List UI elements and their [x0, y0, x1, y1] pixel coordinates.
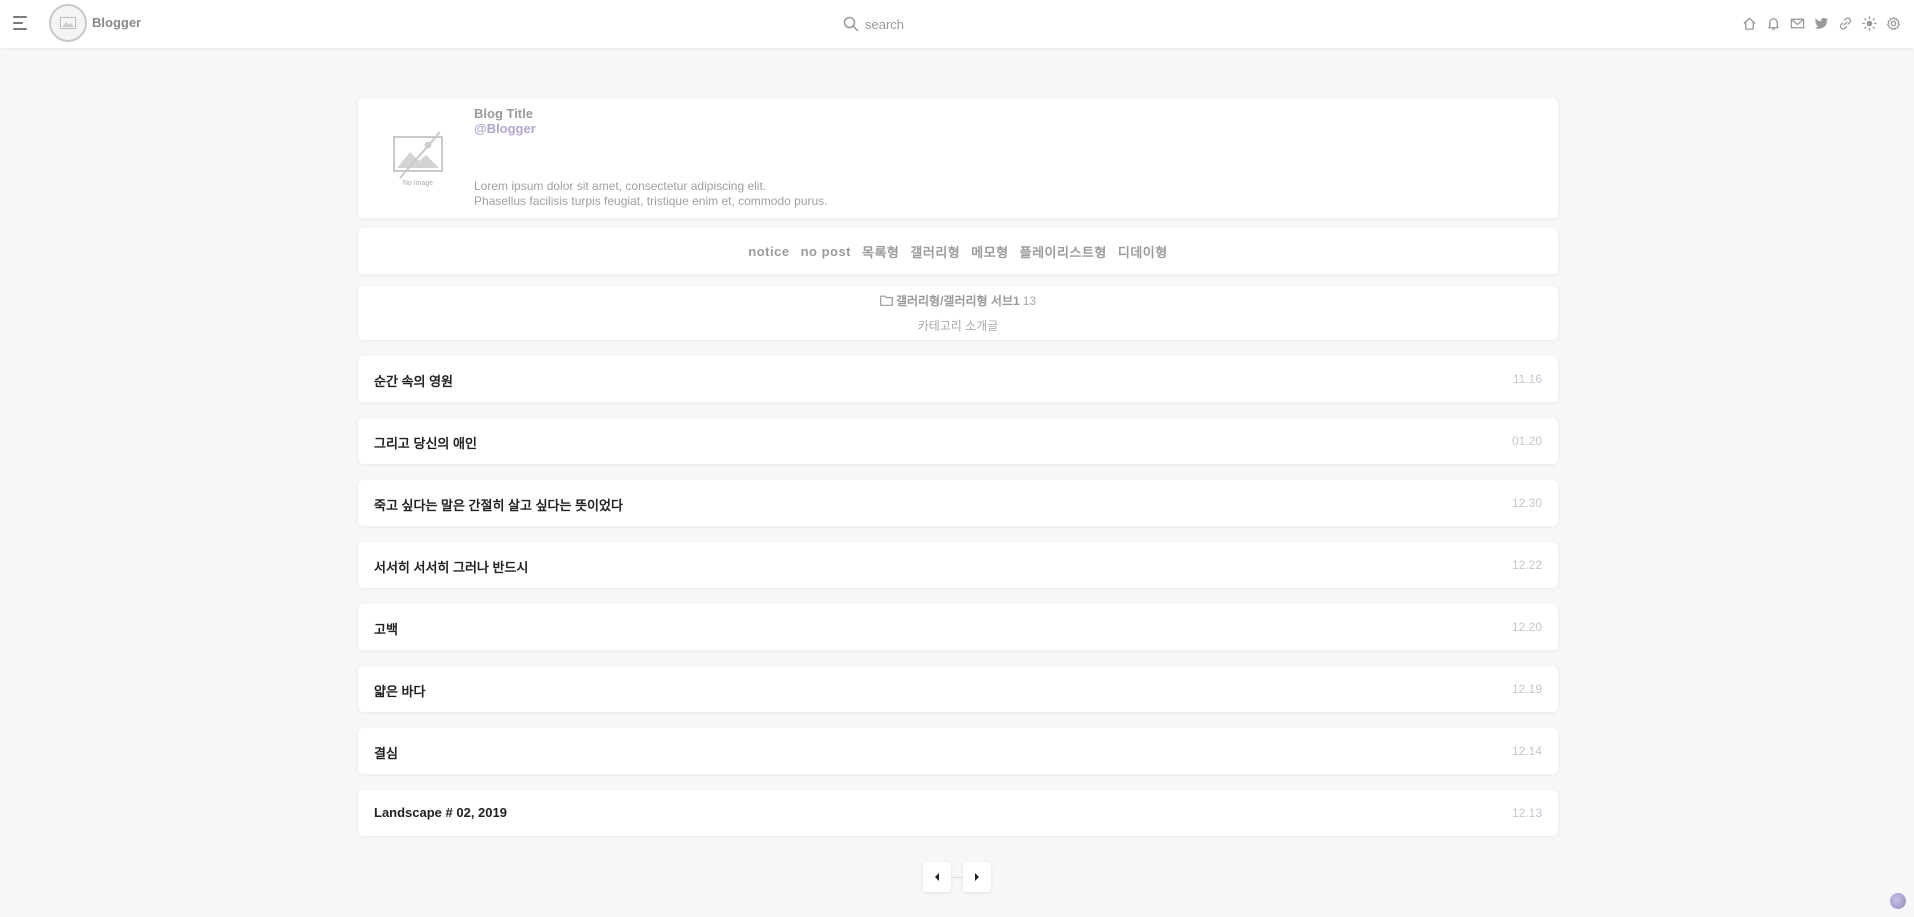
blog-profile-card: No Image Blog Title @Blogger Lorem ipsum… [358, 98, 1558, 218]
post-item[interactable]: 얇은 바다 12.19 [358, 666, 1558, 712]
blog-logo[interactable] [49, 4, 87, 42]
top-header: Blogger [0, 0, 1914, 48]
sun-icon[interactable] [1860, 14, 1878, 32]
image-placeholder-icon [60, 17, 76, 29]
post-date: 12.14 [1511, 744, 1542, 758]
category-link-list[interactable]: 목록형 [862, 242, 899, 261]
category-link-playlist[interactable]: 플레이리스트형 [1020, 242, 1107, 261]
prev-page-button[interactable] [923, 862, 951, 892]
no-image-label: No Image [402, 180, 434, 187]
post-date: 12.13 [1511, 806, 1542, 820]
floating-theme-button[interactable] [1890, 893, 1906, 909]
brand-name[interactable]: Blogger [92, 15, 141, 30]
pagination [923, 862, 991, 892]
category-link-gallery[interactable]: 갤러리형 [910, 242, 960, 261]
post-item[interactable]: 순간 속의 영원 11.16 [358, 356, 1558, 402]
post-item[interactable]: Landscape # 02, 2019 12.13 [358, 790, 1558, 836]
category-post-count: 13 [1022, 294, 1037, 308]
category-link-no-post[interactable]: no post [801, 244, 851, 259]
image-placeholder-icon [393, 131, 443, 179]
post-item[interactable]: 고백 12.20 [358, 604, 1558, 650]
category-name: 갤러리형/갤러리형 서브1 [895, 294, 1020, 308]
home-icon[interactable] [1740, 14, 1758, 32]
post-date: 12.19 [1511, 682, 1542, 696]
caret-left-icon [935, 873, 939, 881]
post-item[interactable]: 서서히 서서히 그러나 반드시 12.22 [358, 542, 1558, 588]
post-title[interactable]: 결심 [374, 743, 398, 762]
category-heading: 갤러리형/갤러리형 서브1 13 [358, 292, 1558, 309]
post-date: 01.20 [1511, 434, 1542, 448]
bell-icon[interactable] [1764, 14, 1782, 32]
post-date: 12.20 [1511, 620, 1542, 634]
menu-icon[interactable] [13, 16, 29, 30]
post-title[interactable]: Landscape # 02, 2019 [374, 805, 507, 820]
post-item[interactable]: 결심 12.14 [358, 728, 1558, 774]
blog-description-line2: Phasellus facilisis turpis feugiat, tris… [474, 194, 828, 208]
header-tools [1740, 14, 1902, 32]
post-date: 12.30 [1511, 496, 1542, 510]
caret-right-icon [975, 873, 979, 881]
search-input[interactable] [865, 16, 1055, 32]
category-description: 카테고리 소개글 [917, 319, 999, 333]
next-page-button[interactable] [963, 862, 991, 892]
category-link-memo[interactable]: 메모형 [971, 242, 1008, 261]
category-link-notice[interactable]: notice [748, 244, 789, 259]
post-title[interactable]: 그리고 당신의 애인 [374, 433, 477, 452]
post-title[interactable]: 고백 [374, 619, 398, 638]
gear-icon[interactable] [1884, 14, 1902, 32]
category-info-card: 갤러리형/갤러리형 서브1 13 카테고리 소개글 [358, 286, 1558, 340]
blog-title: Blog Title [474, 106, 533, 121]
no-image-placeholder: No Image [390, 128, 446, 188]
post-date: 12.22 [1511, 558, 1542, 572]
folder-icon [880, 295, 893, 306]
blog-description-line1: Lorem ipsum dolor sit amet, consectetur … [474, 179, 767, 193]
blog-handle[interactable]: @Blogger [474, 121, 536, 136]
post-item[interactable]: 죽고 싶다는 말은 간절히 살고 싶다는 뜻이었다 12.30 [358, 480, 1558, 526]
pagination-divider [951, 876, 963, 878]
search-bar[interactable] [843, 13, 1063, 35]
post-date: 11.16 [1512, 372, 1542, 386]
category-nav: notice no post 목록형 갤러리형 메모형 플레이리스트형 디데이형 [358, 228, 1558, 274]
post-title[interactable]: 순간 속의 영원 [374, 371, 453, 390]
post-title[interactable]: 서서히 서서히 그러나 반드시 [374, 557, 528, 576]
link-icon[interactable] [1836, 14, 1854, 32]
search-icon[interactable] [843, 16, 859, 32]
post-title[interactable]: 얇은 바다 [374, 681, 425, 700]
post-item[interactable]: 그리고 당신의 애인 01.20 [358, 418, 1558, 464]
post-title[interactable]: 죽고 싶다는 말은 간절히 살고 싶다는 뜻이었다 [374, 495, 623, 514]
twitter-icon[interactable] [1812, 14, 1830, 32]
category-link-dday[interactable]: 디데이형 [1118, 242, 1168, 261]
mail-icon[interactable] [1788, 14, 1806, 32]
